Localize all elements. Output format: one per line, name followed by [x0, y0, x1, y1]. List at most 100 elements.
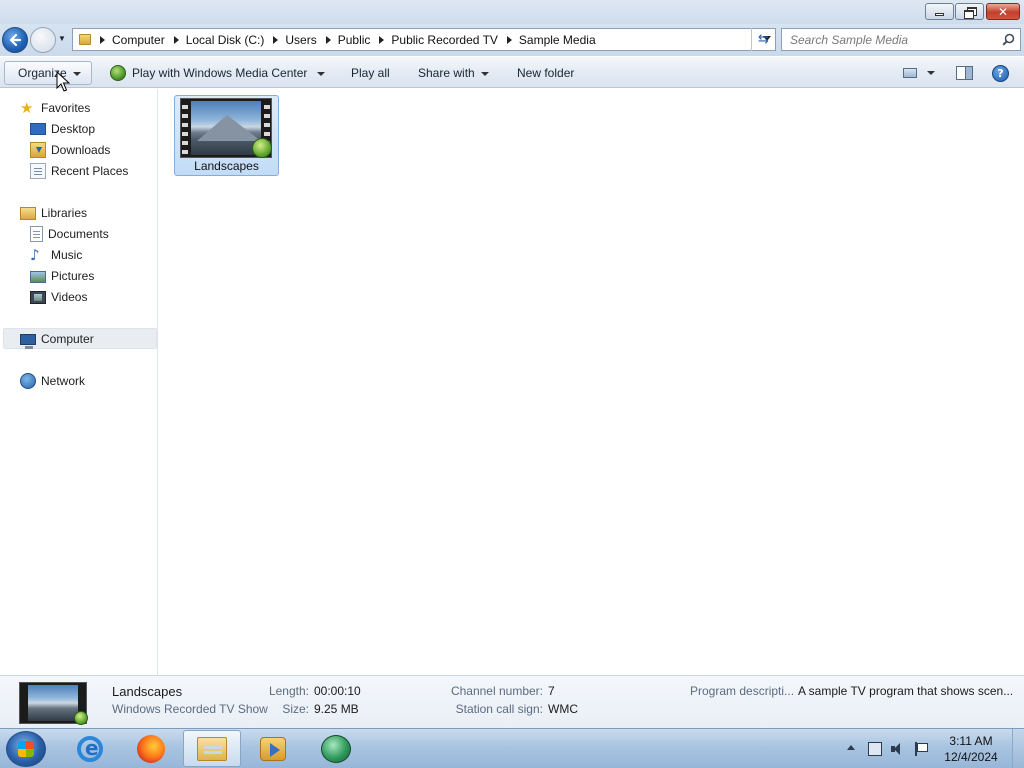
minimize-button[interactable] [925, 3, 954, 20]
recent-pages-dropdown[interactable]: ▼ [58, 34, 68, 46]
refresh-icon: ⇆ [758, 32, 769, 47]
libraries-icon [20, 207, 36, 220]
refresh-button[interactable]: ⇆ [751, 28, 775, 51]
breadcrumb-local-disk[interactable]: Local Disk (C:) [186, 33, 265, 47]
details-size-label: Size: [282, 702, 309, 716]
nav-item-desktop[interactable]: Desktop [30, 118, 95, 139]
file-item-landscapes[interactable]: Landscapes [174, 95, 279, 176]
file-list-area[interactable]: Landscapes [159, 89, 1024, 675]
play-with-wmc-button[interactable]: Play with Windows Media Center [104, 61, 331, 85]
chevron-down-icon [480, 71, 489, 76]
taskbar-windows-explorer[interactable] [183, 730, 241, 767]
clock[interactable]: 3:11 AM 12/4/2024 [936, 733, 1006, 765]
help-icon[interactable]: ? [992, 65, 1009, 82]
nav-item-label: Documents [48, 226, 109, 241]
start-button[interactable] [6, 731, 46, 767]
play-all-label: Play all [351, 66, 390, 80]
desktop-icon [30, 123, 46, 135]
windows-media-center-badge-icon [252, 138, 272, 158]
taskbar-firefox[interactable] [122, 730, 180, 767]
breadcrumb-public[interactable]: Public [338, 33, 371, 47]
nav-item-label: Music [51, 247, 83, 262]
breadcrumb-chevron-icon[interactable] [325, 35, 331, 44]
show-desktop-button[interactable] [1012, 729, 1024, 768]
organize-button[interactable]: Organize [4, 61, 92, 85]
share-with-button[interactable]: Share with [412, 61, 495, 85]
back-button[interactable] [2, 27, 28, 53]
network-icon [20, 372, 36, 389]
change-view-icon[interactable] [903, 68, 917, 78]
nav-network-label: Network [41, 373, 86, 388]
command-bar: Organize Play with Windows Media Center … [0, 56, 1024, 88]
folder-icon [79, 34, 91, 45]
chevron-down-icon[interactable] [317, 71, 326, 76]
show-hidden-icons-button[interactable] [847, 745, 855, 750]
details-description-value[interactable]: A sample TV program that shows scen... [798, 684, 1012, 698]
documents-icon [30, 225, 43, 242]
star-icon: ★ [20, 98, 34, 117]
mountain-shape [197, 115, 261, 141]
volume-icon[interactable] [890, 742, 904, 756]
preview-pane-icon[interactable] [956, 66, 973, 80]
details-channel-value[interactable]: 7 [548, 684, 555, 698]
breadcrumb-chevron-icon[interactable] [173, 35, 179, 44]
address-bar[interactable]: Computer Local Disk (C:) Users Public Pu… [72, 28, 776, 51]
nav-item-label: Videos [51, 289, 88, 304]
details-file-name: Landscapes [112, 684, 183, 699]
nav-computer-label: Computer [41, 331, 94, 346]
search-input[interactable] [790, 32, 990, 47]
mountain-landscape-image [191, 101, 261, 155]
breadcrumb-chevron-icon[interactable] [100, 35, 105, 44]
breadcrumb-computer[interactable]: Computer [112, 33, 165, 47]
close-button[interactable]: ✕ [986, 3, 1020, 20]
details-pane: Landscapes Windows Recorded TV Show Leng… [0, 675, 1024, 728]
details-length-value[interactable]: 00:00:10 [314, 684, 361, 698]
forward-button[interactable] [30, 27, 56, 53]
breadcrumb-chevron-icon[interactable] [273, 35, 279, 44]
nav-item-pictures[interactable]: Pictures [30, 265, 94, 286]
taskbar-windows-media-center[interactable] [307, 730, 365, 767]
downloads-icon [30, 141, 46, 158]
taskbar-internet-explorer[interactable] [61, 730, 119, 767]
breadcrumb-sample-media[interactable]: Sample Media [519, 33, 596, 47]
pictures-icon [30, 270, 46, 283]
nav-item-music[interactable]: ♪ Music [30, 244, 82, 265]
nav-network[interactable]: Network [20, 370, 85, 391]
close-icon: ✕ [997, 4, 1009, 19]
nav-libraries-label: Libraries [41, 205, 88, 220]
nav-item-label: Desktop [51, 121, 96, 136]
nav-favorites[interactable]: ★ Favorites [20, 97, 90, 118]
breadcrumb-chevron-icon[interactable] [506, 35, 512, 44]
breadcrumb-users[interactable]: Users [285, 33, 316, 47]
restore-button[interactable] [955, 3, 984, 20]
back-arrow-icon [9, 33, 22, 47]
action-center-flag-icon[interactable] [914, 742, 928, 756]
windows-media-center-badge-icon [74, 711, 88, 725]
new-folder-label: New folder [517, 66, 575, 80]
details-station-value[interactable]: WMC [548, 702, 578, 716]
search-box[interactable] [781, 28, 1021, 51]
details-size-value: 9.25 MB [314, 702, 359, 716]
network-status-icon[interactable] [868, 742, 882, 756]
view-options-dropdown[interactable] [927, 71, 935, 75]
breadcrumb-chevron-icon[interactable] [379, 35, 385, 44]
details-thumbnail [19, 682, 88, 725]
details-length-label: Length: [268, 684, 309, 698]
nav-item-downloads[interactable]: Downloads [30, 139, 110, 160]
taskbar-windows-media-player[interactable] [244, 730, 302, 767]
breadcrumb-public-recorded-tv[interactable]: Public Recorded TV [391, 33, 498, 47]
nav-libraries[interactable]: Libraries [20, 202, 87, 223]
mountain-landscape-image [28, 685, 78, 721]
details-station-label: Station call sign: [455, 702, 543, 716]
restore-icon [963, 7, 977, 19]
search-icon[interactable] [1002, 33, 1015, 46]
film-strip-icon [182, 102, 188, 156]
new-folder-button[interactable]: New folder [511, 61, 580, 85]
nav-item-recent-places[interactable]: Recent Places [30, 160, 128, 181]
play-all-button[interactable]: Play all [345, 61, 396, 85]
nav-item-documents[interactable]: Documents [30, 223, 109, 244]
music-icon: ♪ [30, 245, 40, 264]
nav-item-videos[interactable]: Videos [30, 286, 87, 307]
navigation-pane: ★ Favorites Desktop Downloads Recent Pla… [0, 89, 158, 675]
nav-computer[interactable]: Computer [20, 328, 94, 349]
